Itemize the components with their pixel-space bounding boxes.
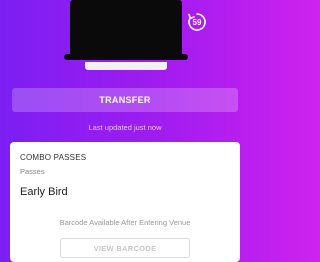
pass-name: Early Bird [20, 186, 68, 198]
refresh-countdown: 59 [192, 18, 202, 27]
transfer-button[interactable]: TRANSFER [12, 88, 238, 112]
barcode-availability-note: Barcode Available After Entering Venue [59, 218, 191, 227]
ticket-card-edge [85, 62, 167, 70]
ticket-header: 59 [0, 0, 250, 78]
last-updated-text: Last updated just now [88, 123, 162, 132]
pass-category: Passes [20, 167, 45, 176]
refresh-timer-icon[interactable]: 59 [186, 11, 208, 33]
pass-card: COMBO PASSES Passes Early Bird Barcode A… [10, 142, 240, 262]
view-barcode-button[interactable]: VIEW BARCODE [60, 238, 190, 258]
pass-type: COMBO PASSES [20, 153, 87, 162]
redacted-ticket-image [64, 0, 188, 60]
